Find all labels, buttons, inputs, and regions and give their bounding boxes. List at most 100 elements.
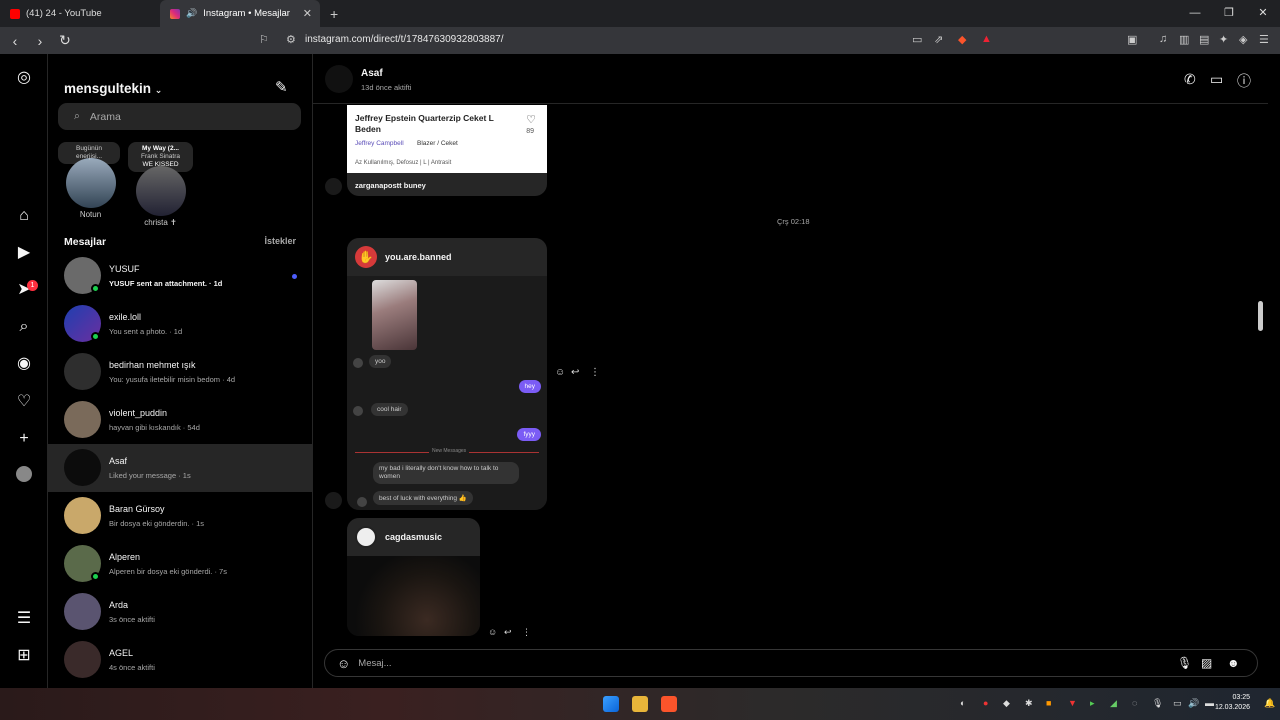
tray-app-icon[interactable]: ■	[1046, 698, 1051, 708]
profile-avatar[interactable]	[14, 466, 34, 486]
battery-icon[interactable]: ▬	[1205, 698, 1214, 708]
create-icon[interactable]: +	[14, 429, 34, 449]
chat-panel: Asaf 13d önce aktifti ✆ ▭ ⓘ Jeffrey Epst…	[313, 54, 1280, 688]
leo-icon[interactable]: ✦	[1219, 33, 1228, 46]
brave-shield-icon[interactable]: ◆	[958, 33, 966, 46]
cast-icon[interactable]: ▭	[912, 33, 922, 46]
sidebar-icon[interactable]: ▥	[1179, 33, 1189, 46]
conversation-item[interactable]: exile.loll You sent a photo. · 1d	[48, 300, 313, 348]
account-username: mensgultekin	[64, 81, 152, 96]
chat-scrollbar[interactable]	[1257, 106, 1265, 636]
shared-reel-username[interactable]: cagdasmusic	[385, 532, 442, 542]
tab-instagram[interactable]: 🔊 Instagram • Mesajlar ✕	[160, 0, 320, 27]
more-menu-icon[interactable]: ☰	[14, 609, 34, 629]
avatar[interactable]	[325, 65, 353, 93]
conversation-item[interactable]: violent_puddin hayvan gibi kıskandık · 5…	[48, 396, 313, 444]
search-input[interactable]: ⌕ Arama	[58, 103, 301, 130]
apps-icon[interactable]: ⊞	[14, 646, 34, 666]
shared-reel[interactable]: cagdasmusic	[347, 518, 480, 636]
scrollbar-thumb[interactable]	[1258, 301, 1263, 331]
note-mine[interactable]: Bugünün enerjisi... Notun	[58, 142, 123, 219]
share-icon[interactable]: ⇗	[934, 33, 943, 46]
explore-icon[interactable]: ◉	[14, 354, 34, 374]
conversation-item[interactable]: Arda 3s önce aktifti	[48, 588, 313, 636]
new-tab-button[interactable]: +	[330, 6, 338, 22]
reels-icon[interactable]: ▶	[14, 243, 34, 263]
site-info-icon[interactable]: ⚙	[286, 33, 296, 46]
conversation-item[interactable]: YUSUF YUSUF sent an attachment. · 1d	[48, 252, 313, 300]
phone-icon[interactable]: ✆	[1184, 71, 1196, 88]
shared-post[interactable]: ✋ you.are.banned yoo hey cool hair fyyy …	[347, 238, 547, 510]
tray-app-icon[interactable]: ✱	[1025, 698, 1033, 709]
compose-icon[interactable]: ✎	[275, 78, 288, 96]
menu-icon[interactable]: ☰	[1259, 33, 1269, 46]
conversation-item[interactable]: Asaf Liked your message · 1s	[48, 444, 313, 492]
wallet-icon[interactable]: ▤	[1199, 33, 1209, 46]
shared-post-header: ✋ you.are.banned	[347, 238, 547, 276]
home-icon[interactable]: ⌂	[14, 206, 34, 226]
reply-icon[interactable]: ↩	[504, 627, 512, 638]
shared-post-username[interactable]: you.are.banned	[385, 252, 452, 262]
tray-app-icon[interactable]: ◐	[960, 698, 965, 708]
conversation-item[interactable]: bedirhan mehmet ışık You: yusufa iletebi…	[48, 348, 313, 396]
message-composer[interactable]: ☺ Mesaj... 🎙 ▨ ☻	[324, 649, 1258, 677]
search-icon[interactable]: ⌕	[14, 317, 34, 337]
screenshot-icon[interactable]: ▣	[1127, 33, 1137, 46]
system-clock[interactable]: 03:25 12.03.2026	[1215, 693, 1250, 713]
notification-bell-icon[interactable]: 🔔	[1264, 698, 1275, 709]
close-window-button[interactable]: ✕	[1246, 0, 1280, 27]
note-christa[interactable]: My Way (2... Frank Sinatra WE KISSED chr…	[128, 142, 193, 227]
heart-icon[interactable]: ♡	[526, 113, 536, 126]
search-icon: ⌕	[74, 110, 80, 122]
brave-rewards-icon[interactable]: ▲	[981, 33, 992, 45]
tray-app-icon[interactable]: ●	[983, 698, 988, 708]
new-messages-label: New Messages	[429, 448, 470, 454]
nvidia-icon[interactable]: ◢	[1110, 698, 1117, 709]
microphone-icon[interactable]: 🎙	[1152, 698, 1163, 709]
tray-app-icon[interactable]: ◆	[1003, 698, 1010, 709]
tray-app-icon[interactable]: ▼	[1068, 698, 1077, 708]
heart-icon[interactable]: ♡	[14, 392, 34, 412]
more-options-icon[interactable]: ⋮	[522, 627, 531, 638]
maximize-button[interactable]: ❐	[1212, 0, 1246, 27]
screenshot-message-mine: fyyy	[517, 428, 541, 441]
requests-link[interactable]: İstekler	[264, 236, 296, 246]
url-field[interactable]: instagram.com/direct/t/17847630932803887…	[305, 34, 503, 45]
forward-button[interactable]: ›	[30, 33, 50, 49]
volume-icon[interactable]: 🔊	[1188, 698, 1199, 709]
conversation-item[interactable]: Baran Gürsoy Bir dosya eki gönderdin. · …	[48, 492, 313, 540]
image-icon[interactable]: ▨	[1201, 656, 1212, 670]
microphone-icon[interactable]: 🎙	[1177, 656, 1192, 670]
reload-button[interactable]: ↻	[55, 32, 75, 49]
tab-youtube[interactable]: (41) 24 - YouTube	[0, 0, 160, 27]
brave-browser-icon[interactable]	[661, 696, 677, 712]
sticker-icon[interactable]: ☻	[1227, 656, 1240, 670]
bookmark-icon[interactable]: ⚐	[259, 33, 269, 46]
message-timestamp: Çrş 02:18	[777, 217, 810, 226]
avatar	[325, 492, 342, 509]
network-icon[interactable]: ▭	[1173, 698, 1182, 709]
file-explorer-icon[interactable]	[632, 696, 648, 712]
vpn-icon[interactable]: ◈	[1239, 33, 1247, 46]
account-switcher[interactable]: mensgultekin ⌄	[64, 81, 162, 96]
tray-app-icon[interactable]: ▸	[1090, 698, 1095, 709]
conversation-item[interactable]: AGEL 4s önce aktifti	[48, 636, 313, 684]
close-tab-icon[interactable]: ✕	[303, 7, 312, 20]
more-options-icon[interactable]: ⋮	[590, 367, 600, 378]
info-icon[interactable]: ⓘ	[1237, 71, 1251, 91]
tray-app-icon[interactable]: ◌	[1132, 698, 1137, 708]
back-button[interactable]: ‹	[5, 33, 25, 49]
nav-rail: ◎ ⌂ ▶ ➤ 1 ⌕ ◉ ♡ + ☰ ⊞	[0, 54, 48, 688]
video-call-icon[interactable]: ▭	[1210, 71, 1223, 88]
reply-icon[interactable]: ↩	[571, 367, 579, 378]
windows-start-icon[interactable]	[603, 696, 619, 712]
chat-name[interactable]: Asaf	[361, 68, 383, 79]
conversation-item[interactable]: Alperen Alperen bir dosya eki gönderdi. …	[48, 540, 313, 588]
product-share-card[interactable]: Jeffrey Epstein Quarterzip Ceket L Beden…	[347, 105, 547, 173]
emoji-icon[interactable]: ☺	[337, 656, 350, 671]
media-icon[interactable]: ♫	[1159, 33, 1167, 45]
minimize-button[interactable]: —	[1178, 0, 1212, 27]
react-icon[interactable]: ☺	[488, 627, 497, 637]
react-icon[interactable]: ☺	[555, 367, 565, 378]
instagram-logo-icon[interactable]: ◎	[14, 68, 34, 88]
